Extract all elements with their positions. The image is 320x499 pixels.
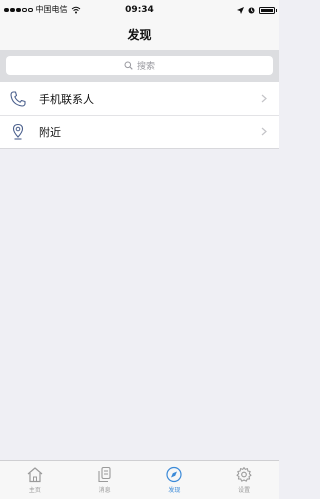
tab-label: 发现 <box>168 487 181 494</box>
tab-messages[interactable]: 消息 <box>70 461 140 499</box>
alarm-icon <box>248 7 255 13</box>
phone-icon <box>8 89 28 109</box>
nav-bar: 发现 <box>0 20 279 50</box>
search-input[interactable]: 搜索 <box>6 56 273 75</box>
tab-home[interactable]: 主页 <box>0 461 70 499</box>
tab-discover[interactable]: 发现 <box>140 461 210 499</box>
location-arrow-icon <box>237 6 244 14</box>
tab-settings[interactable]: 设置 <box>209 461 279 499</box>
tab-label: 主页 <box>28 487 41 494</box>
message-icon <box>98 466 111 483</box>
battery-icon <box>259 6 277 14</box>
list-item-label: 附近 <box>39 125 61 139</box>
status-right <box>237 0 277 20</box>
tab-label: 消息 <box>98 487 111 494</box>
discover-list: 手机联系人 附近 <box>0 82 279 149</box>
home-icon <box>27 467 43 483</box>
search-icon <box>124 61 133 70</box>
tab-bar: 主页 消息 发现 设置 <box>0 460 279 499</box>
location-pin-icon <box>8 122 28 142</box>
chevron-right-icon <box>261 94 267 103</box>
tab-label: 设置 <box>238 487 251 494</box>
list-item-phone-contacts[interactable]: 手机联系人 <box>0 82 279 115</box>
search-bar: 搜索 <box>0 50 279 82</box>
list-item-label: 手机联系人 <box>39 92 94 106</box>
search-placeholder: 搜索 <box>136 62 155 72</box>
status-bar: 中国电信 09:34 <box>0 0 279 20</box>
compass-icon <box>166 466 182 483</box>
gear-icon <box>236 467 252 482</box>
chevron-right-icon <box>261 127 267 136</box>
page-title: 发现 <box>127 28 152 42</box>
list-item-nearby[interactable]: 附近 <box>0 115 279 148</box>
